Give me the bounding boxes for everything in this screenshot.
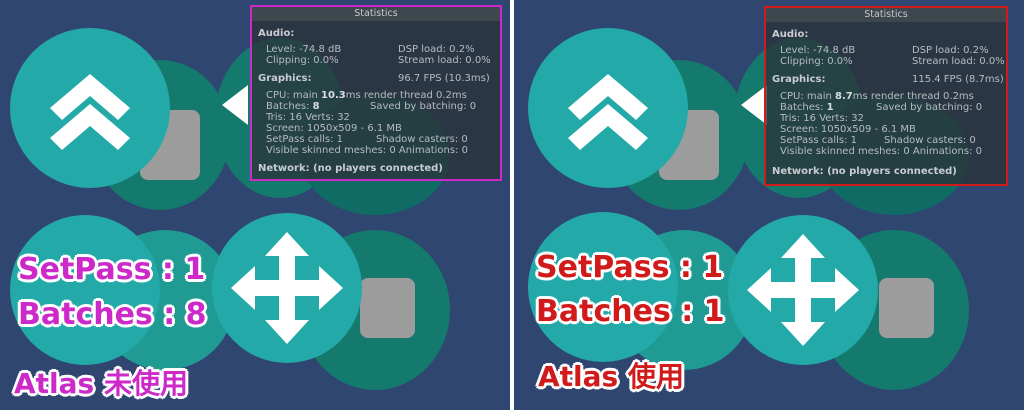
setpass-calls: SetPass calls: 1 [266, 134, 344, 145]
chevron-double-up-icon [50, 74, 130, 150]
statistics-title: Statistics [252, 7, 500, 21]
chevron-double-up-icon [568, 74, 648, 150]
batches-readout: Batches: 8 [266, 101, 320, 112]
visible-skinned: Visible skinned meshes: 0 Animations: 0 [780, 146, 982, 157]
move-arrows-icon [747, 234, 859, 346]
statistics-title: Statistics [766, 8, 1006, 22]
gray-block [360, 278, 415, 338]
game-view-left: Statistics Audio: Level: -74.8 dB DSP lo… [0, 0, 510, 410]
fps-readout: 96.7 FPS (10.3ms) [398, 73, 490, 84]
setpass-caption: SetPass : 1 [17, 252, 206, 288]
visible-skinned: Visible skinned meshes: 0 Animations: 0 [266, 145, 468, 156]
audio-level: Level: -74.8 dB [780, 45, 856, 56]
move-button[interactable] [728, 215, 878, 365]
batches-readout: Batches: 1 [780, 102, 834, 113]
dsp-load: DSP load: 0.2% [398, 44, 475, 55]
move-button[interactable] [212, 213, 362, 363]
cpu-readout: CPU: main 10.3ms render thread 0.2ms [266, 90, 467, 101]
atlas-caption: Atlas 未使用 [14, 367, 189, 401]
audio-level: Level: -74.8 dB [266, 44, 342, 55]
gray-block [879, 278, 934, 338]
teal-circle [10, 215, 160, 365]
stream-load: Stream load: 0.0% [398, 55, 491, 66]
stream-load: Stream load: 0.0% [912, 56, 1005, 67]
arrow-left-icon [222, 85, 248, 125]
graphics-header: Graphics: [772, 74, 826, 85]
network-status: Network: (no players connected) [772, 166, 957, 177]
fps-readout: 115.4 FPS (8.7ms) [912, 74, 1004, 85]
shadow-casters: Shadow casters: 0 [376, 134, 468, 145]
clipping: Clipping: 0.0% [780, 56, 853, 67]
tris-verts: Tris: 16 Verts: 32 [266, 112, 350, 123]
cpu-readout: CPU: main 8.7ms render thread 0.2ms [780, 91, 974, 102]
cpu-main-value: 10.3 [321, 90, 346, 101]
atlas-caption: Atlas 使用 [538, 360, 685, 394]
clipping: Clipping: 0.0% [266, 55, 339, 66]
batches-value: 8 [312, 101, 320, 112]
batches-caption: Batches : 8 [18, 297, 208, 333]
statistics-window[interactable]: Statistics Audio: Level: -74.8 dB DSP lo… [250, 5, 502, 181]
graphics-header: Graphics: [258, 73, 312, 84]
audio-header: Audio: [258, 28, 295, 39]
batches-caption: Batches : 1 [536, 294, 726, 330]
saved-by-batching: Saved by batching: 0 [370, 101, 477, 112]
screen-readout: Screen: 1050x509 - 6.1 MB [266, 123, 402, 134]
teal-circle [528, 212, 678, 362]
setpass-calls: SetPass calls: 1 [780, 135, 858, 146]
batches-value: 1 [826, 102, 834, 113]
game-view-right: Statistics Audio: Level: -74.8 dB DSP lo… [514, 0, 1024, 410]
setpass-caption: SetPass : 1 [535, 250, 724, 286]
statistics-window[interactable]: Statistics Audio: Level: -74.8 dB DSP lo… [764, 6, 1008, 186]
dsp-load: DSP load: 0.2% [912, 45, 989, 56]
cpu-main-value: 8.7 [835, 91, 853, 102]
chevron-button[interactable] [528, 28, 688, 188]
tris-verts: Tris: 16 Verts: 32 [780, 113, 864, 124]
audio-header: Audio: [772, 29, 809, 40]
shadow-casters: Shadow casters: 0 [884, 135, 976, 146]
network-status: Network: (no players connected) [258, 163, 443, 174]
move-arrows-icon [231, 232, 343, 344]
saved-by-batching: Saved by batching: 0 [876, 102, 983, 113]
screen-readout: Screen: 1050x509 - 6.1 MB [780, 124, 916, 135]
chevron-button[interactable] [10, 28, 170, 188]
